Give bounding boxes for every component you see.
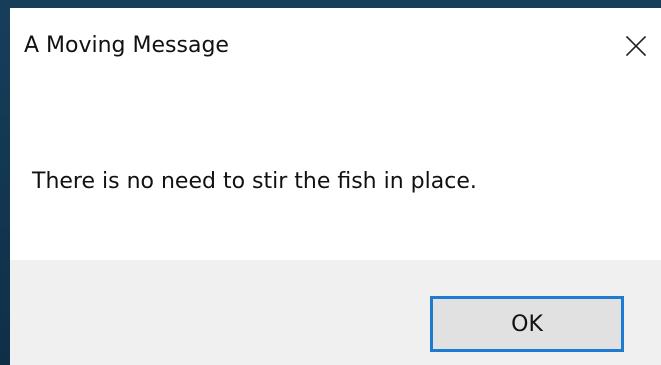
message-dialog: A Moving Message There is no need to sti… [10, 8, 661, 365]
dialog-footer: OK [10, 260, 661, 365]
dialog-message: There is no need to stir the fish in pla… [32, 169, 477, 194]
dialog-content: There is no need to stir the fish in pla… [10, 88, 661, 260]
dialog-titlebar[interactable]: A Moving Message [10, 8, 661, 88]
ok-button[interactable]: OK [430, 296, 624, 352]
dialog-title: A Moving Message [24, 33, 229, 58]
close-icon [624, 34, 648, 58]
close-button[interactable] [611, 24, 661, 68]
